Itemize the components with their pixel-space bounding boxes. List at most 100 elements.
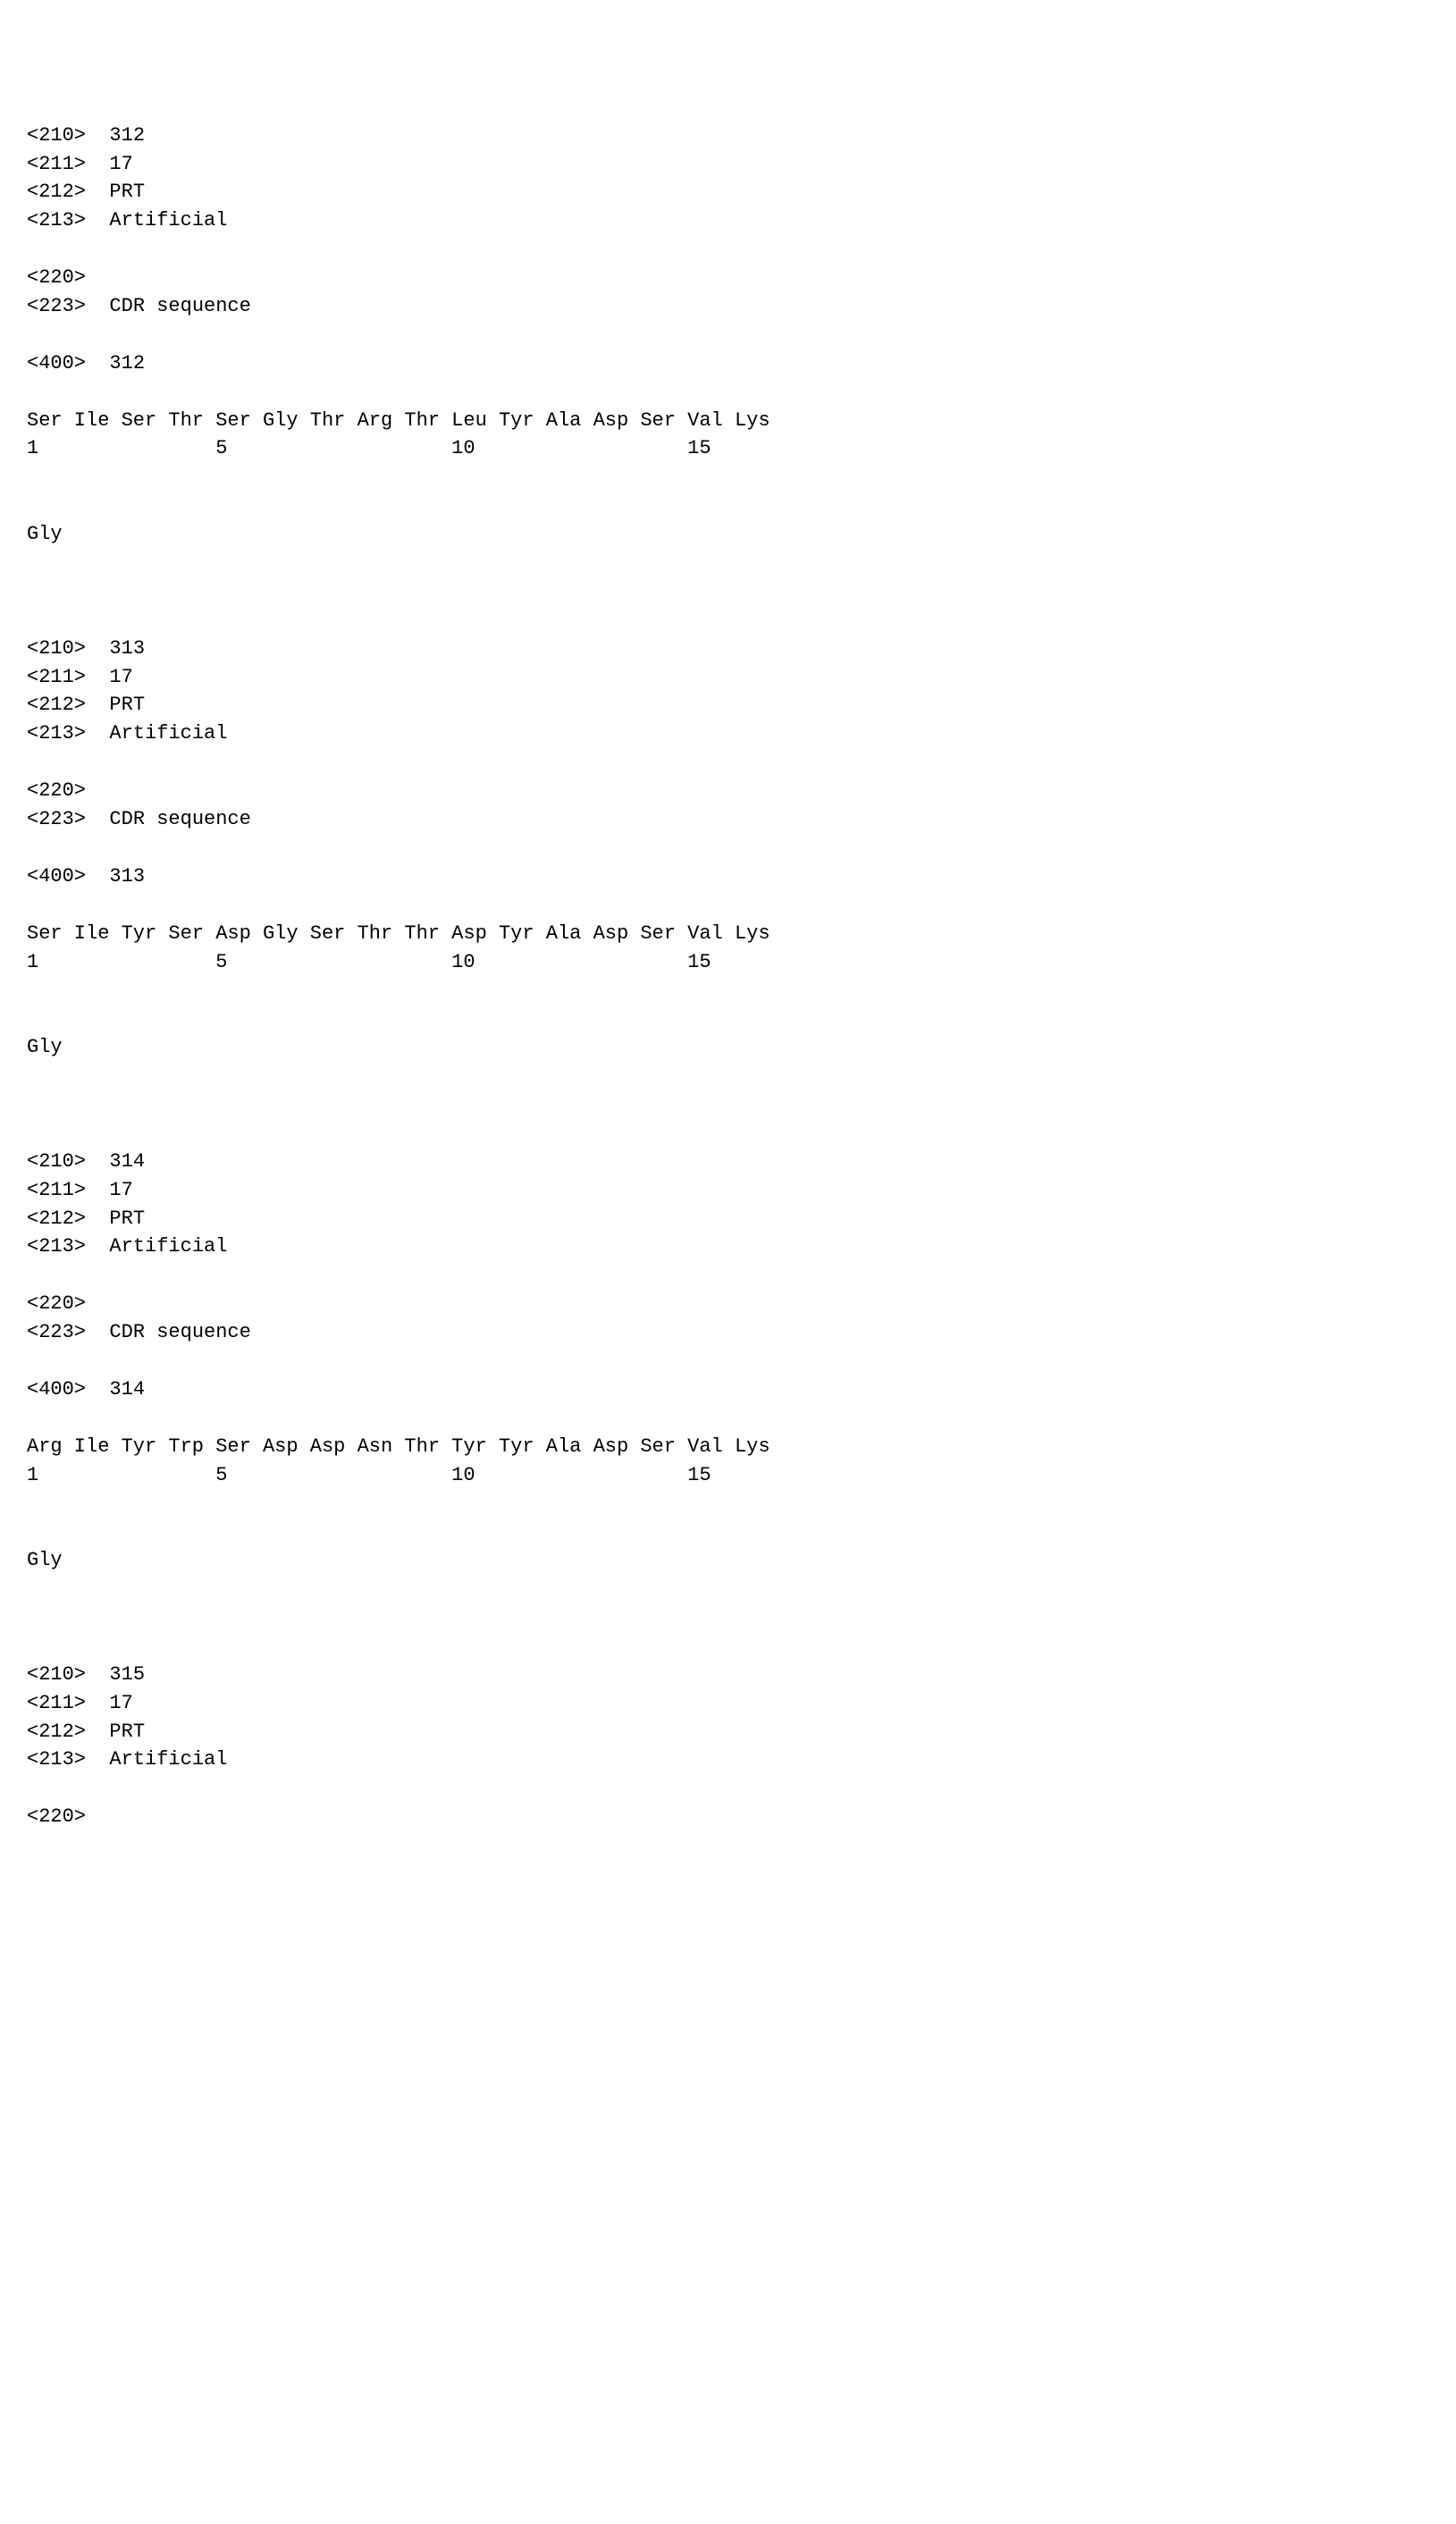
residue: Lys <box>735 1433 782 1461</box>
header-210: <210> 313 <box>27 635 1429 663</box>
residue <box>168 1461 215 1490</box>
residue <box>735 948 782 977</box>
residue <box>593 434 641 463</box>
sequence-tail: Gly <box>27 1546 1429 1575</box>
residue <box>122 434 169 463</box>
residue <box>358 1461 405 1490</box>
residue: Gly <box>263 920 310 948</box>
sequence-tail: Gly <box>27 520 1429 549</box>
residue: Ser <box>168 920 215 948</box>
residue: Ser <box>215 1433 263 1461</box>
residue: Asn <box>358 1433 405 1461</box>
residue <box>499 434 546 463</box>
blank-line <box>27 378 1429 407</box>
header-211: <211> 17 <box>27 1689 1429 1718</box>
blank-line <box>27 1347 1429 1376</box>
residue: Gly <box>263 407 310 435</box>
blank-line <box>27 976 1429 1005</box>
residue <box>640 434 687 463</box>
header-212: <212> PRT <box>27 1205 1429 1233</box>
header-213: <213> Artificial <box>27 206 1429 235</box>
residue: Thr <box>168 407 215 435</box>
residue <box>74 1461 122 1490</box>
blank-line <box>27 1774 1429 1803</box>
sequence-tail: Gly <box>27 1033 1429 1062</box>
residue: Ser <box>122 407 169 435</box>
residue <box>310 1461 358 1490</box>
residue <box>404 1461 451 1490</box>
header-212: <212> PRT <box>27 178 1429 206</box>
residue: Lys <box>735 407 782 435</box>
header-220: <220> <box>27 777 1429 805</box>
blank-line <box>27 1603 1429 1632</box>
residue <box>499 948 546 977</box>
header-210: <210> 314 <box>27 1148 1429 1176</box>
header-400: <400> 312 <box>27 349 1429 378</box>
header-211: <211> 17 <box>27 150 1429 179</box>
residue: 10 <box>451 434 499 463</box>
residue: Tyr <box>499 920 546 948</box>
position-row: 151015 <box>27 434 1429 463</box>
blank-line <box>27 1632 1429 1661</box>
blank-line <box>27 577 1429 606</box>
residue: 15 <box>687 1461 735 1490</box>
residue: Asp <box>310 1433 358 1461</box>
sequence-row: SerIleSerThrSerGlyThrArgThrLeuTyrAlaAspS… <box>27 407 1429 435</box>
position-row: 151015 <box>27 1461 1429 1490</box>
residue: Tyr <box>122 1433 169 1461</box>
blank-line <box>27 1261 1429 1290</box>
header-400: <400> 314 <box>27 1376 1429 1404</box>
blank-line <box>27 1119 1429 1148</box>
residue: 10 <box>451 948 499 977</box>
residue: Ala <box>546 920 593 948</box>
blank-line <box>27 1489 1429 1518</box>
residue: Ser <box>640 407 687 435</box>
residue <box>640 1461 687 1490</box>
blank-line <box>27 321 1429 349</box>
residue: Thr <box>404 407 451 435</box>
residue: Asp <box>263 1433 310 1461</box>
residue: Ile <box>74 1433 122 1461</box>
header-212: <212> PRT <box>27 691 1429 719</box>
residue: 1 <box>27 434 74 463</box>
residue <box>263 434 310 463</box>
residue: Thr <box>310 407 358 435</box>
residue <box>640 948 687 977</box>
residue: 15 <box>687 948 735 977</box>
blank-line <box>27 891 1429 920</box>
blank-line <box>27 1005 1429 1033</box>
residue <box>74 434 122 463</box>
residue: 5 <box>215 434 263 463</box>
residue: Ser <box>27 920 74 948</box>
residue <box>735 1461 782 1490</box>
residue: Tyr <box>499 1433 546 1461</box>
residue: Ser <box>310 920 358 948</box>
residue: Ser <box>640 920 687 948</box>
residue <box>404 434 451 463</box>
residue <box>593 1461 641 1490</box>
residue <box>74 948 122 977</box>
header-210: <210> 315 <box>27 1661 1429 1689</box>
residue: Asp <box>593 407 641 435</box>
residue <box>358 948 405 977</box>
residue: Val <box>687 407 735 435</box>
header-210: <210> 312 <box>27 122 1429 150</box>
residue <box>122 1461 169 1490</box>
header-223: <223> CDR sequence <box>27 805 1429 834</box>
residue: Tyr <box>451 1433 499 1461</box>
header-220: <220> <box>27 1803 1429 1831</box>
residue <box>168 948 215 977</box>
residue <box>263 948 310 977</box>
header-213: <213> Artificial <box>27 1746 1429 1774</box>
residue: 5 <box>215 948 263 977</box>
residue: Tyr <box>499 407 546 435</box>
residue <box>546 1461 593 1490</box>
residue: Ile <box>74 920 122 948</box>
residue: Ile <box>74 407 122 435</box>
blank-line <box>27 748 1429 777</box>
blank-line <box>27 1062 1429 1090</box>
residue <box>593 948 641 977</box>
residue: Arg <box>27 1433 74 1461</box>
header-212: <212> PRT <box>27 1718 1429 1746</box>
residue: Tyr <box>122 920 169 948</box>
